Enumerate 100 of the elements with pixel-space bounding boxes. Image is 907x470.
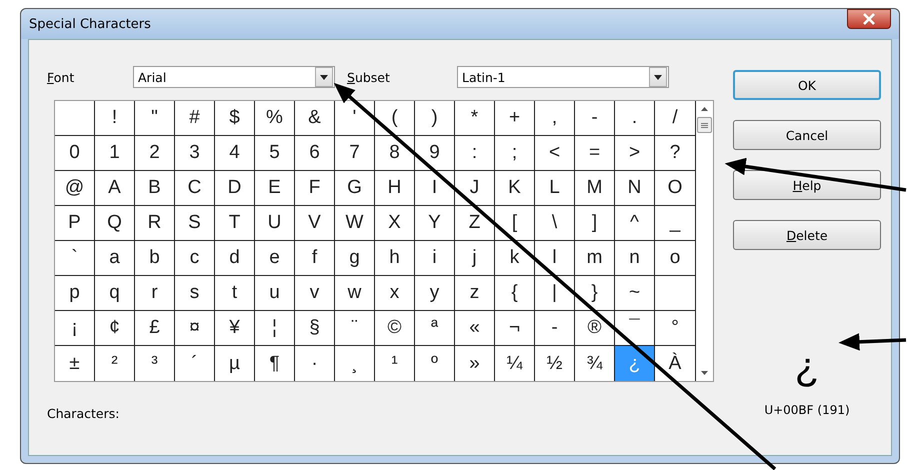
character-cell[interactable]: # [175, 101, 215, 136]
character-cell[interactable]: p [55, 276, 95, 311]
character-cell[interactable]: ± [55, 346, 95, 381]
character-cell[interactable]: ( [375, 101, 415, 136]
character-cell[interactable]: Y [415, 206, 455, 241]
character-cell[interactable]: ª [415, 311, 455, 346]
character-cell[interactable]: q [95, 276, 135, 311]
character-cell[interactable]: ½ [535, 346, 575, 381]
character-cell[interactable]: ; [495, 136, 535, 171]
dialog-button[interactable]: OK [733, 70, 881, 100]
character-cell[interactable]: s [175, 276, 215, 311]
character-cell[interactable]: R [135, 206, 175, 241]
character-cell[interactable]: " [135, 101, 175, 136]
character-cell[interactable]: > [615, 136, 655, 171]
character-cell[interactable]: µ [215, 346, 255, 381]
character-cell[interactable]: : [455, 136, 495, 171]
character-cell[interactable]: 8 [375, 136, 415, 171]
character-cell[interactable]: ¨ [335, 311, 375, 346]
character-cell[interactable]: ] [575, 206, 615, 241]
character-cell[interactable]: ' [335, 101, 375, 136]
character-cell[interactable]: % [255, 101, 295, 136]
character-cell[interactable]: 7 [335, 136, 375, 171]
character-cell[interactable]: k [495, 241, 535, 276]
character-cell[interactable]: º [415, 346, 455, 381]
character-cell[interactable]: ¥ [215, 311, 255, 346]
character-cell[interactable]: - [575, 101, 615, 136]
character-cell[interactable]: ^ [615, 206, 655, 241]
character-cell[interactable]: K [495, 171, 535, 206]
dialog-button[interactable]: Delete [733, 220, 881, 250]
character-cell[interactable]: T [215, 206, 255, 241]
character-cell[interactable]: O [655, 171, 695, 206]
character-cell[interactable]: _ [655, 206, 695, 241]
character-cell[interactable]: ! [95, 101, 135, 136]
character-cell[interactable]: · [295, 346, 335, 381]
character-cell[interactable]: 0 [55, 136, 95, 171]
character-cell[interactable]: ¸ [335, 346, 375, 381]
character-cell[interactable]: D [215, 171, 255, 206]
character-cell[interactable]: ¢ [95, 311, 135, 346]
character-cell[interactable]: - [535, 311, 575, 346]
character-cell[interactable]: ) [415, 101, 455, 136]
character-cell[interactable]: z [455, 276, 495, 311]
character-cell[interactable]: L [535, 171, 575, 206]
character-cell[interactable]: © [375, 311, 415, 346]
character-cell[interactable]: V [295, 206, 335, 241]
character-cell[interactable]: o [655, 241, 695, 276]
character-cell[interactable]: 5 [255, 136, 295, 171]
character-cell[interactable]: ² [95, 346, 135, 381]
character-cell[interactable]: C [175, 171, 215, 206]
character-cell[interactable]: @ [55, 171, 95, 206]
character-cell[interactable]: 6 [295, 136, 335, 171]
character-cell[interactable]: $ [215, 101, 255, 136]
font-dropdown[interactable]: Arial [133, 66, 335, 88]
dialog-button[interactable]: Cancel [733, 120, 881, 150]
character-cell[interactable]: ~ [615, 276, 655, 311]
subset-dropdown[interactable]: Latin-1 [457, 66, 669, 88]
character-cell[interactable]: u [255, 276, 295, 311]
character-cell[interactable]: ¤ [175, 311, 215, 346]
character-cell[interactable]: } [575, 276, 615, 311]
character-cell[interactable]: ¦ [255, 311, 295, 346]
character-cell[interactable]: S [175, 206, 215, 241]
character-cell[interactable]: U [255, 206, 295, 241]
character-cell[interactable]: À [655, 346, 695, 381]
character-cell[interactable]: ¹ [375, 346, 415, 381]
character-cell[interactable]: H [375, 171, 415, 206]
character-cell[interactable]: m [575, 241, 615, 276]
character-cell[interactable]: w [335, 276, 375, 311]
character-cell[interactable]: § [295, 311, 335, 346]
character-cell[interactable]: ® [575, 311, 615, 346]
character-cell[interactable]: Q [95, 206, 135, 241]
character-cell[interactable]: v [295, 276, 335, 311]
character-cell[interactable]: b [135, 241, 175, 276]
character-cell[interactable]: A [95, 171, 135, 206]
character-cell[interactable]: W [335, 206, 375, 241]
character-cell[interactable]: y [415, 276, 455, 311]
character-cell[interactable]: 9 [415, 136, 455, 171]
character-cell[interactable]: F [295, 171, 335, 206]
character-cell[interactable]: { [495, 276, 535, 311]
character-cell[interactable]: ¡ [55, 311, 95, 346]
character-cell[interactable]: ° [655, 311, 695, 346]
character-cell[interactable]: B [135, 171, 175, 206]
character-cell[interactable]: Z [455, 206, 495, 241]
character-cell[interactable]: * [455, 101, 495, 136]
character-cell[interactable]: X [375, 206, 415, 241]
character-cell[interactable]: ³ [135, 346, 175, 381]
character-cell[interactable]: « [455, 311, 495, 346]
character-cell[interactable]: j [455, 241, 495, 276]
character-cell[interactable]: 2 [135, 136, 175, 171]
character-cell[interactable]: ´ [175, 346, 215, 381]
character-cell[interactable]: P [55, 206, 95, 241]
character-cell[interactable]: \ [535, 206, 575, 241]
character-cell[interactable]: ¼ [495, 346, 535, 381]
character-cell[interactable]: h [375, 241, 415, 276]
character-cell[interactable]: , [535, 101, 575, 136]
character-cell[interactable]: 4 [215, 136, 255, 171]
character-cell[interactable]: | [535, 276, 575, 311]
character-cell[interactable]: ¬ [495, 311, 535, 346]
character-cell[interactable]: ¶ [255, 346, 295, 381]
character-cell[interactable]: J [455, 171, 495, 206]
character-cell[interactable]: + [495, 101, 535, 136]
character-cell[interactable]: = [575, 136, 615, 171]
